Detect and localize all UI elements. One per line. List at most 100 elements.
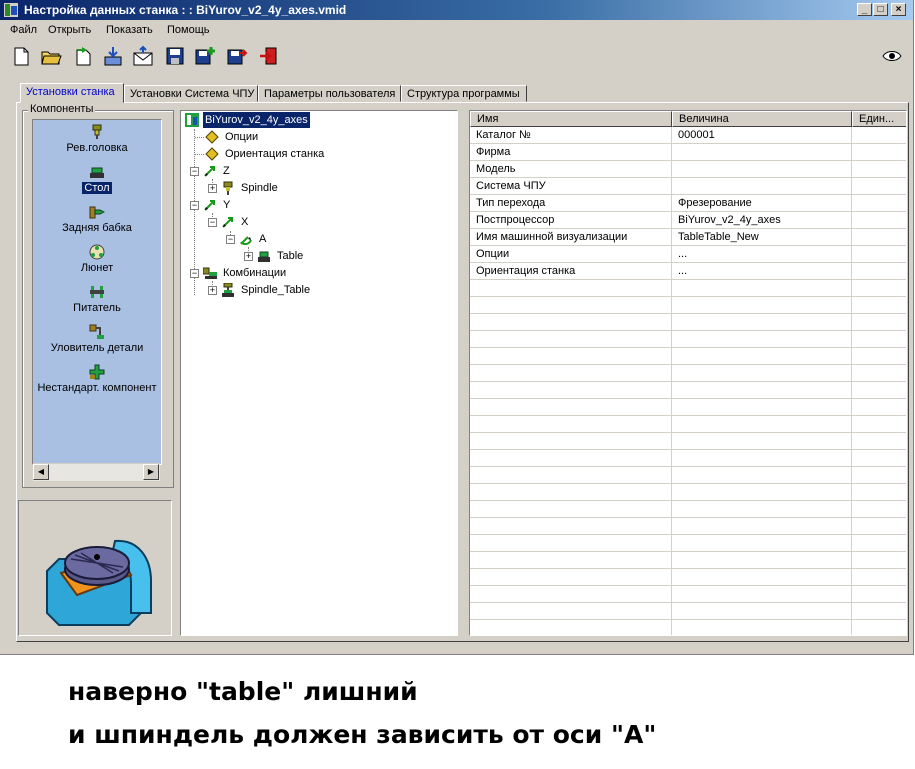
cell-value[interactable] <box>672 314 852 330</box>
scroll-right-arrow-icon[interactable]: ▶ <box>143 464 159 480</box>
menu-file[interactable]: Файл <box>10 24 37 36</box>
table-row[interactable] <box>470 586 906 603</box>
cell-value[interactable] <box>672 416 852 432</box>
new-file-icon[interactable] <box>10 45 32 67</box>
collapse-z-icon[interactable]: − <box>190 167 199 176</box>
cell-value[interactable] <box>672 178 852 194</box>
save-export-icon[interactable] <box>226 45 248 67</box>
menu-view[interactable]: Показать <box>106 24 153 36</box>
component-turret[interactable]: Рев.головка <box>33 124 161 154</box>
cell-value[interactable] <box>672 365 852 381</box>
cell-value[interactable] <box>672 433 852 449</box>
table-row[interactable] <box>470 399 906 416</box>
minimize-button[interactable]: _ <box>857 3 872 16</box>
new-green-arrow-icon[interactable] <box>72 45 94 67</box>
component-table[interactable]: Стол <box>33 164 161 194</box>
table-row[interactable]: Постпроцессор BiYurov_v2_4y_axes <box>470 212 906 229</box>
table-row[interactable] <box>470 518 906 535</box>
table-row[interactable] <box>470 535 906 552</box>
save-new-icon[interactable] <box>194 45 216 67</box>
expand-table-icon[interactable]: + <box>244 252 253 261</box>
cell-value[interactable]: BiYurov_v2_4y_axes <box>672 212 852 228</box>
open-folder-icon[interactable] <box>40 45 62 67</box>
column-header-value[interactable]: Величина <box>672 111 852 127</box>
cell-value[interactable] <box>672 144 852 160</box>
collapse-x-icon[interactable]: − <box>208 218 217 227</box>
component-custom[interactable]: Нестандарт. компонент <box>33 364 161 394</box>
table-row[interactable] <box>470 331 906 348</box>
expand-spindle-table-icon[interactable]: + <box>208 286 217 295</box>
table-row[interactable] <box>470 348 906 365</box>
scroll-left-arrow-icon[interactable]: ◀ <box>33 464 49 480</box>
table-row[interactable] <box>470 620 906 635</box>
table-row[interactable] <box>470 416 906 433</box>
exit-icon[interactable] <box>258 45 280 67</box>
cell-value[interactable] <box>672 297 852 313</box>
table-row[interactable] <box>470 280 906 297</box>
menu-open[interactable]: Открыть <box>48 24 91 36</box>
cell-value[interactable]: ... <box>672 246 852 262</box>
expand-spindle-icon[interactable]: + <box>208 184 217 193</box>
table-row[interactable] <box>470 365 906 382</box>
maximize-button[interactable]: □ <box>873 3 888 16</box>
tab-cnc-settings[interactable]: Установки Система ЧПУ <box>124 85 258 102</box>
eye-icon[interactable] <box>881 45 903 67</box>
menu-help[interactable]: Помощь <box>167 24 210 36</box>
table-row[interactable]: Имя машинной визуализации TableTable_New <box>470 229 906 246</box>
component-feeder[interactable]: Питатель <box>33 284 161 314</box>
table-row[interactable]: Система ЧПУ <box>470 178 906 195</box>
table-row[interactable] <box>470 484 906 501</box>
table-row[interactable] <box>470 297 906 314</box>
table-row[interactable]: Каталог № 000001 <box>470 127 906 144</box>
component-steady-rest[interactable]: Люнет <box>33 244 161 274</box>
cell-value[interactable] <box>672 348 852 364</box>
cell-value[interactable]: ... <box>672 263 852 279</box>
cell-value[interactable] <box>672 280 852 296</box>
table-row[interactable]: Фирма <box>470 144 906 161</box>
cell-value[interactable] <box>672 501 852 517</box>
table-row[interactable] <box>470 382 906 399</box>
cell-value[interactable] <box>672 450 852 466</box>
cell-value[interactable] <box>672 467 852 483</box>
collapse-combinations-icon[interactable]: − <box>190 269 199 278</box>
mail-icon[interactable] <box>132 45 154 67</box>
cell-value[interactable]: 000001 <box>672 127 852 143</box>
table-row[interactable]: Тип перехода Фрезерование <box>470 195 906 212</box>
cell-value[interactable] <box>672 620 852 635</box>
cell-value[interactable] <box>672 161 852 177</box>
table-row[interactable] <box>470 314 906 331</box>
table-row[interactable]: Опции... <box>470 246 906 263</box>
table-row[interactable] <box>470 433 906 450</box>
collapse-y-icon[interactable]: − <box>190 201 199 210</box>
cell-value[interactable] <box>672 399 852 415</box>
close-button[interactable]: × <box>891 3 906 16</box>
collapse-a-icon[interactable]: − <box>226 235 235 244</box>
table-row[interactable] <box>470 552 906 569</box>
table-row[interactable]: Ориентация станка... <box>470 263 906 280</box>
table-row[interactable] <box>470 569 906 586</box>
tab-user-parameters[interactable]: Параметры пользователя <box>258 85 401 102</box>
component-part-catcher[interactable]: Уловитель детали <box>33 324 161 354</box>
table-row[interactable] <box>470 501 906 518</box>
cell-value[interactable] <box>672 603 852 619</box>
cell-value[interactable] <box>672 569 852 585</box>
cell-value[interactable] <box>672 484 852 500</box>
cell-value[interactable]: Фрезерование <box>672 195 852 211</box>
import-icon[interactable] <box>102 45 124 67</box>
column-header-unit[interactable]: Един... <box>852 111 906 127</box>
save-icon[interactable] <box>164 45 186 67</box>
cell-value[interactable] <box>672 331 852 347</box>
cell-value[interactable] <box>672 518 852 534</box>
tab-machine-settings[interactable]: Установки станка <box>20 83 124 103</box>
cell-value[interactable] <box>672 382 852 398</box>
component-tailstock[interactable]: Задняя бабка <box>33 204 161 234</box>
cell-value[interactable] <box>672 535 852 551</box>
cell-value[interactable] <box>672 586 852 602</box>
component-list-scrollbar[interactable]: ◀ ▶ <box>33 463 160 481</box>
table-row[interactable] <box>470 450 906 467</box>
cell-value[interactable]: TableTable_New <box>672 229 852 245</box>
table-row[interactable]: Модель <box>470 161 906 178</box>
table-row[interactable] <box>470 603 906 620</box>
tab-program-structure[interactable]: Структура программы <box>401 85 527 102</box>
column-header-name[interactable]: Имя <box>470 111 672 127</box>
